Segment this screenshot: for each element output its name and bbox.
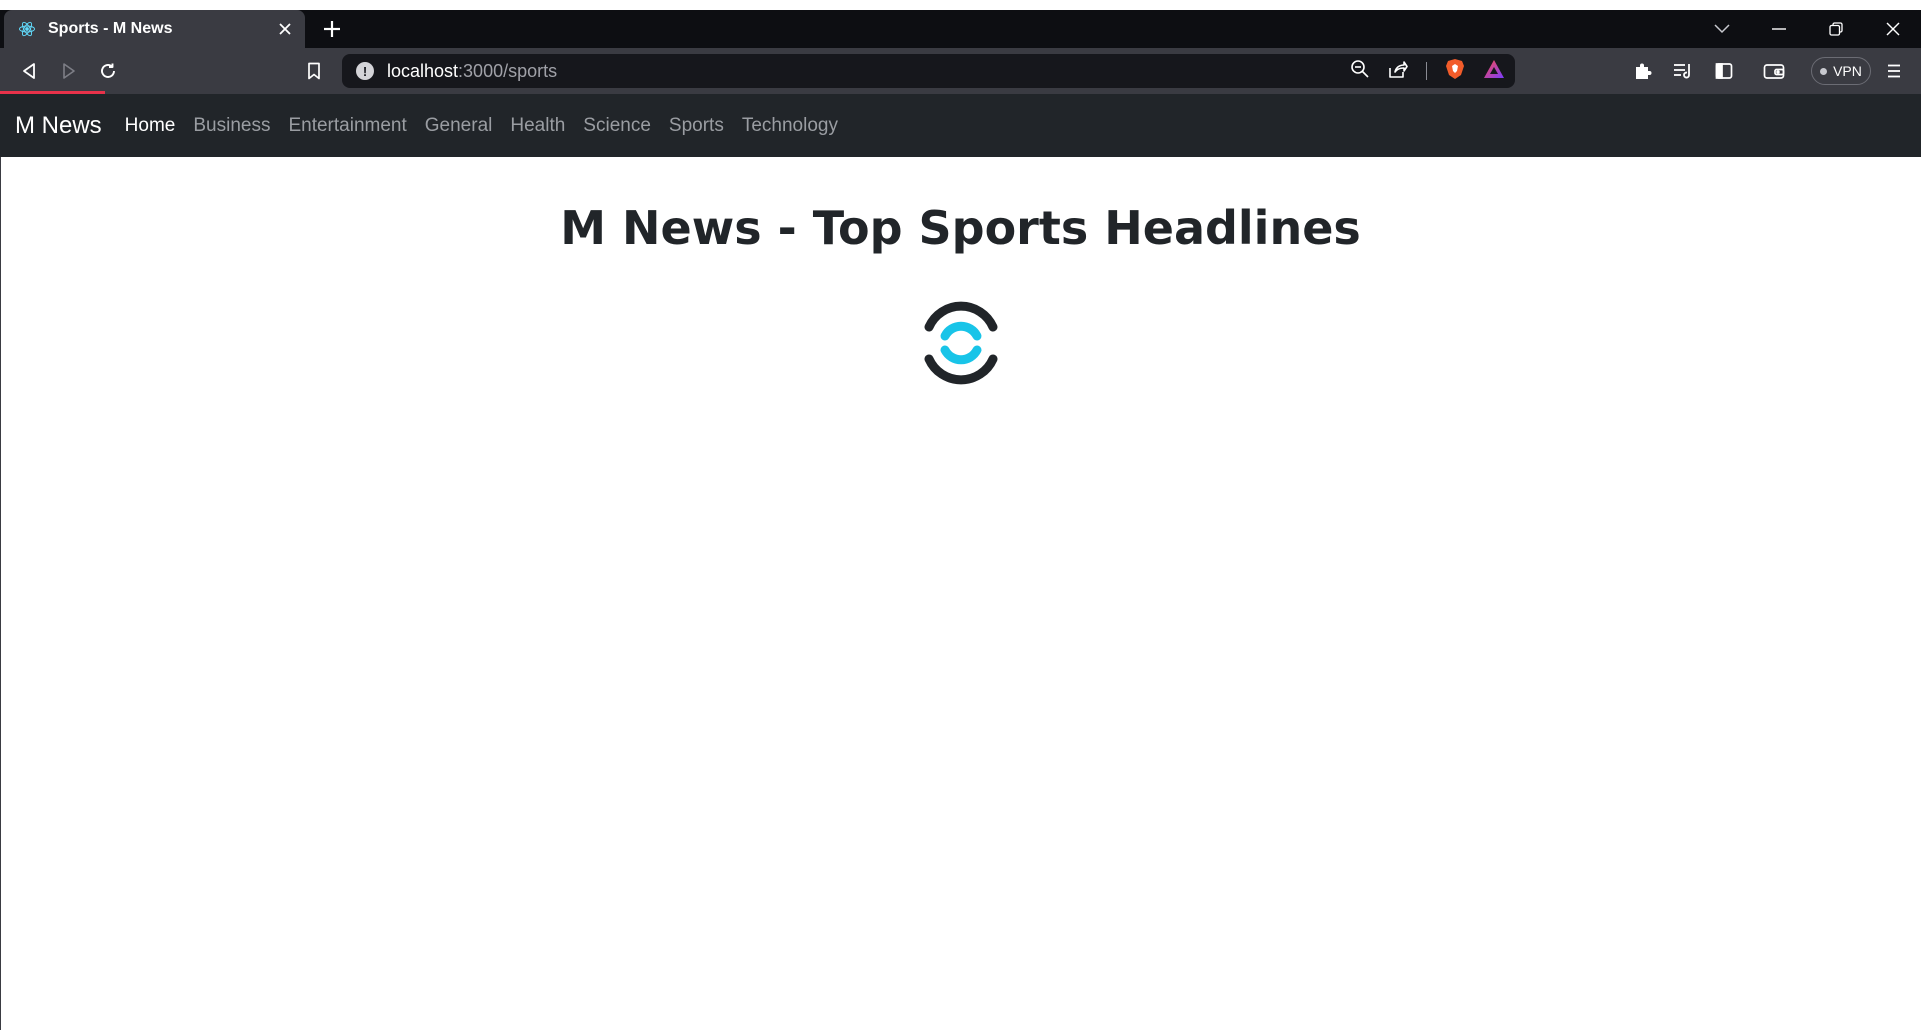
loading-spinner-icon [924, 301, 998, 385]
playlist-icon[interactable] [1669, 57, 1697, 85]
nav-link-technology[interactable]: Technology [733, 115, 847, 137]
brave-shields-icon[interactable] [1445, 58, 1465, 85]
close-window-icon[interactable] [1864, 10, 1921, 48]
window-border [0, 157, 1, 1030]
tab-title: Sports - M News [48, 20, 173, 37]
nav-link-sports[interactable]: Sports [660, 115, 733, 137]
browser-title-bar: Sports - M News [0, 0, 1921, 48]
divider [1426, 62, 1427, 80]
sidebar-toggle-icon[interactable] [1710, 57, 1738, 85]
zoom-out-icon[interactable] [1350, 59, 1370, 84]
nav-links: Home Business Entertainment General Heal… [116, 115, 847, 137]
nav-link-general[interactable]: General [416, 115, 502, 137]
reload-icon[interactable] [94, 57, 122, 85]
tab-list-chevron-down-icon[interactable] [1693, 10, 1750, 48]
page-title: M News - Top Sports Headlines [560, 201, 1361, 255]
nav-link-entertainment[interactable]: Entertainment [279, 115, 415, 137]
nav-link-home[interactable]: Home [116, 115, 185, 137]
nav-link-health[interactable]: Health [501, 115, 574, 137]
browser-tab-active[interactable]: Sports - M News [4, 10, 305, 48]
share-icon[interactable] [1388, 59, 1408, 84]
extensions-puzzle-icon[interactable] [1629, 57, 1657, 85]
nav-link-science[interactable]: Science [574, 115, 660, 137]
forward-icon[interactable] [55, 57, 83, 85]
new-tab-plus-icon[interactable] [320, 17, 344, 41]
vpn-label: VPN [1833, 63, 1862, 79]
site-navbar: M News Home Business Entertainment Gener… [0, 94, 1921, 157]
restore-icon[interactable] [1807, 10, 1864, 48]
nav-link-business[interactable]: Business [184, 115, 279, 137]
site-info-icon[interactable]: ! [356, 62, 374, 80]
window-controls [1693, 10, 1921, 48]
vpn-status-dot [1820, 67, 1828, 75]
url-text[interactable]: localhost:3000/sports [387, 61, 557, 82]
brave-rewards-icon[interactable] [1483, 59, 1505, 84]
back-icon[interactable] [15, 57, 43, 85]
bookmark-icon[interactable] [300, 57, 328, 85]
address-bar[interactable]: ! localhost:3000/sports [342, 54, 1515, 88]
react-atom-icon [18, 20, 36, 38]
browser-toolbar: ! localhost:3000/sports VPN [0, 48, 1921, 94]
close-tab-icon[interactable] [275, 19, 295, 39]
wallet-icon[interactable] [1760, 57, 1788, 85]
navbar-brand[interactable]: M News [15, 112, 102, 140]
main-content: M News - Top Sports Headlines [0, 157, 1921, 1030]
minimize-icon[interactable] [1750, 10, 1807, 48]
vpn-button[interactable]: VPN [1811, 57, 1871, 85]
menu-hamburger-icon[interactable] [1880, 57, 1908, 85]
